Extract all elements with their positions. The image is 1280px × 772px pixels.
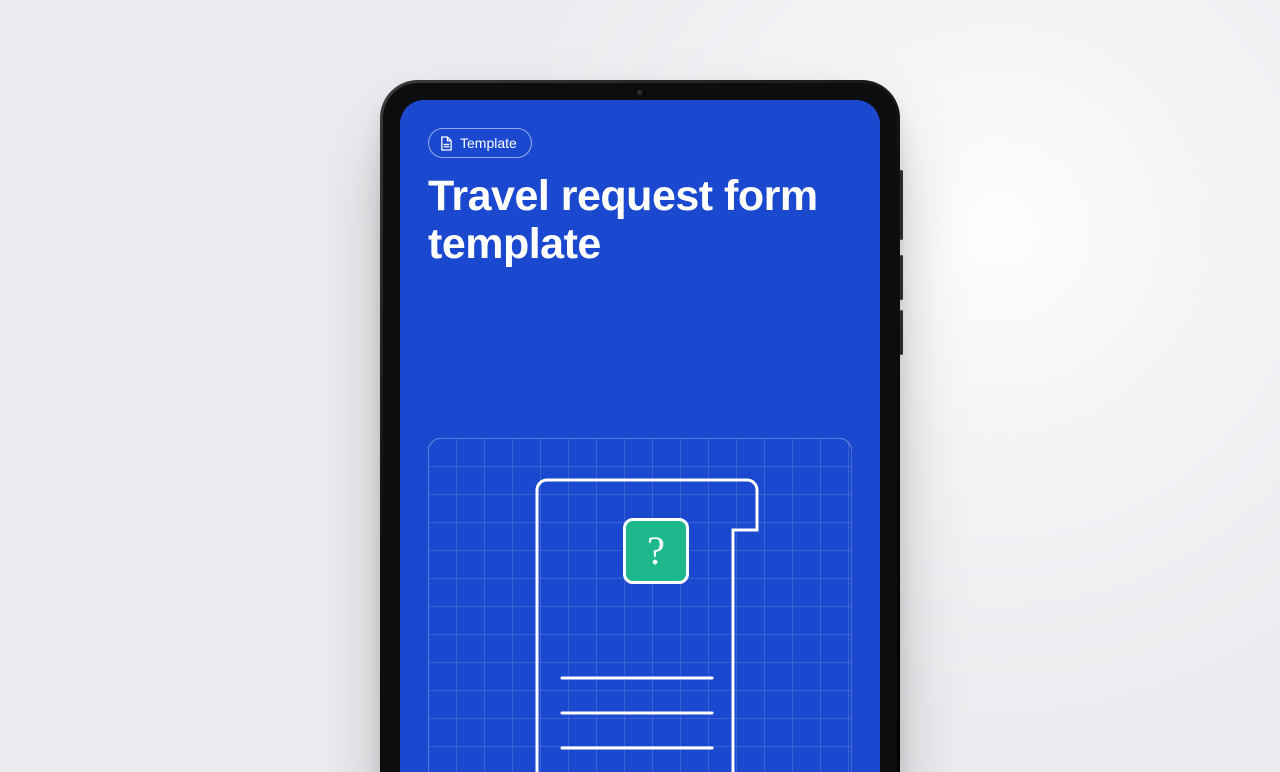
tablet-power-button — [900, 170, 903, 240]
template-badge-label: Template — [460, 135, 517, 151]
form-illustration: ? — [428, 438, 852, 772]
question-mark-icon: ? — [647, 531, 665, 571]
tablet-volume-down — [900, 310, 903, 355]
screen-content: Template Travel request form template — [400, 100, 880, 772]
document-icon — [440, 136, 453, 151]
tablet-device: Template Travel request form template — [380, 80, 900, 772]
stage: Template Travel request form template — [0, 0, 1280, 772]
template-badge: Template — [428, 128, 532, 158]
page-title: Travel request form template — [428, 172, 852, 268]
tablet-camera — [636, 89, 644, 97]
question-mark-tile: ? — [623, 518, 689, 584]
tablet-volume-up — [900, 255, 903, 300]
tablet-screen: Template Travel request form template — [400, 100, 880, 772]
